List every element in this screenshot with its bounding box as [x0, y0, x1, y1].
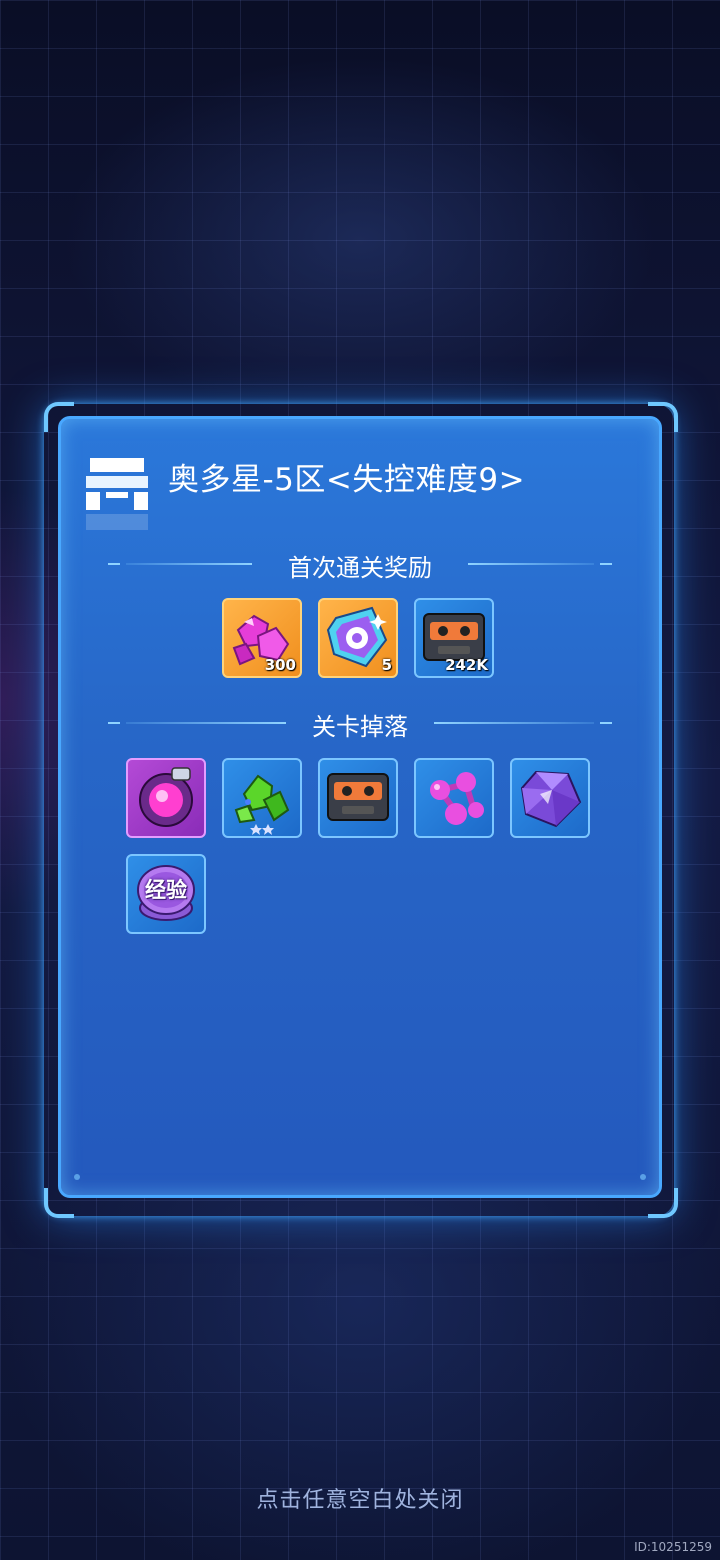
reward-quantity: 5: [381, 656, 392, 674]
panel-dot: [74, 1174, 80, 1180]
pink-energy-core-icon: [139, 767, 193, 827]
reward-quantity: 300: [264, 656, 296, 674]
drop-item-cassette[interactable]: [318, 758, 398, 838]
stage-gate-icon: [86, 458, 148, 530]
molecule-icon: [430, 772, 484, 825]
build-id: ID:10251259: [634, 1540, 712, 1554]
green-ore-icon: [234, 774, 290, 835]
divider-line: [468, 563, 594, 565]
reward-quantity: 242K: [445, 656, 488, 674]
exp-coin-label: 经验: [145, 878, 187, 902]
purple-diamond-icon: [520, 770, 582, 828]
drop-item-energy-core[interactable]: [126, 758, 206, 838]
reward-item-crystal[interactable]: 300: [222, 598, 302, 678]
divider-line: [434, 722, 594, 724]
drop-item-molecule[interactable]: [414, 758, 494, 838]
first-clear-heading: 首次通关奖励: [288, 554, 432, 582]
panel-dot: [640, 1174, 646, 1180]
drop-item-exp[interactable]: 经验: [126, 854, 206, 934]
reward-item-cassette[interactable]: 242K: [414, 598, 494, 678]
drop-item-green-ore[interactable]: [222, 758, 302, 838]
close-hint: 点击任意空白处关闭: [256, 1488, 464, 1513]
stage-title: 奥多星-5区<失控难度9>: [168, 462, 526, 498]
reward-item-gem-chip[interactable]: 5: [318, 598, 398, 678]
drop-item-purple-diamond[interactable]: [510, 758, 590, 838]
divider-dash: [600, 563, 612, 565]
cassette-tape-icon: [327, 773, 389, 821]
stage-drops-heading: 关卡掉落: [312, 713, 408, 741]
divider-dash: [600, 722, 612, 724]
